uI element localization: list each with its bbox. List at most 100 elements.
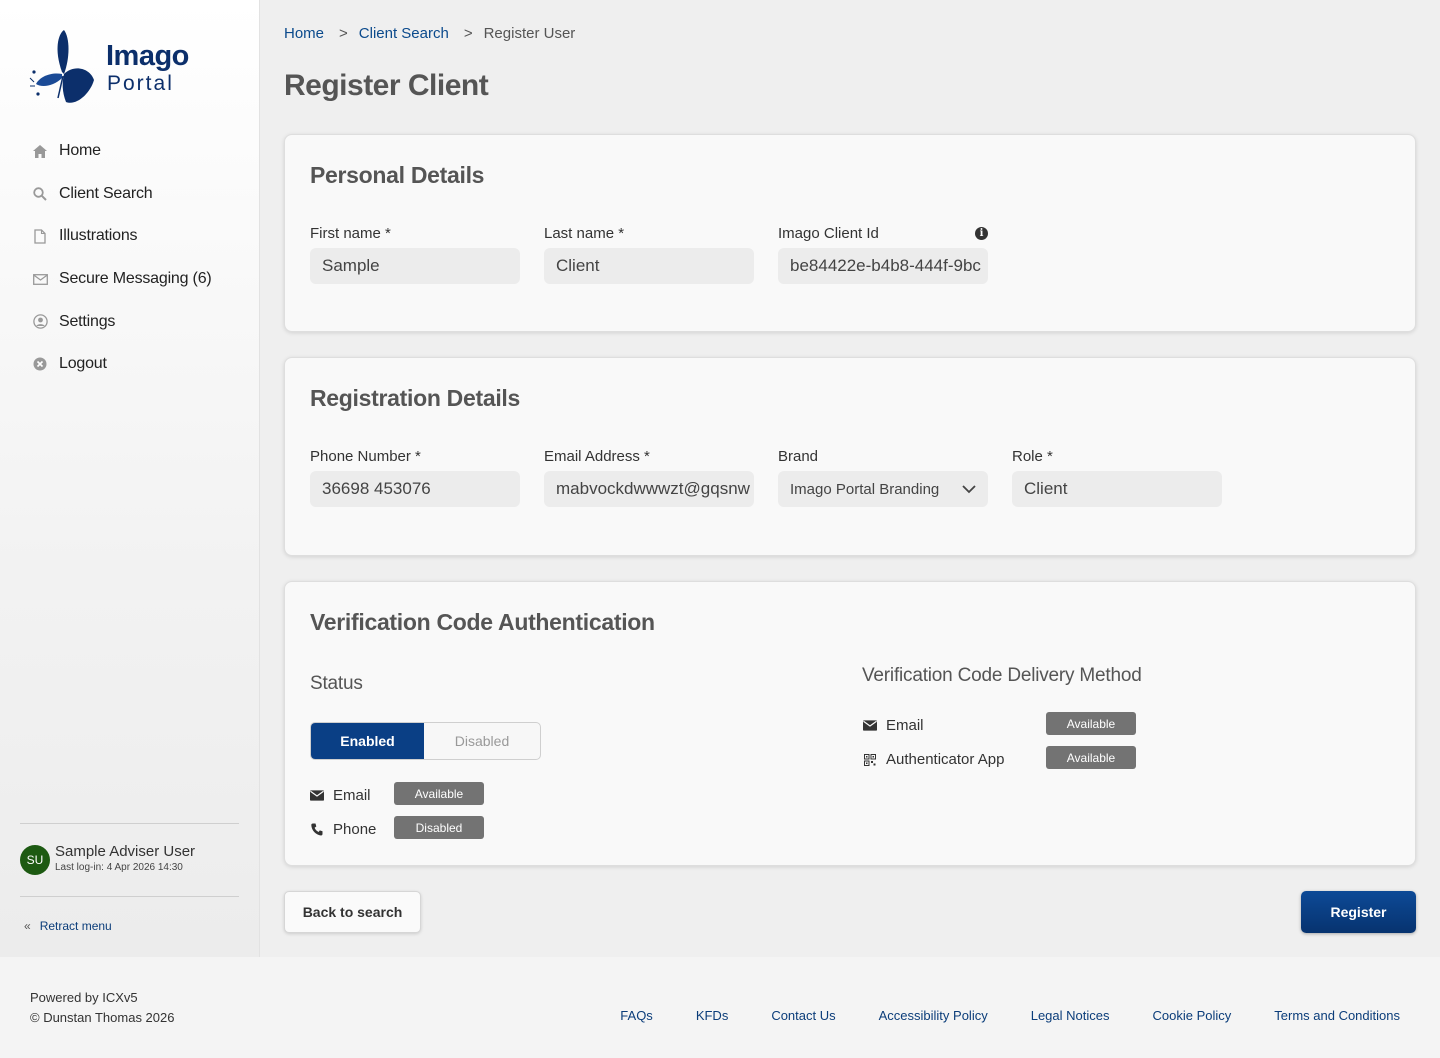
verification-title: Verification Code Authentication: [310, 609, 655, 635]
breadcrumb-home[interactable]: Home: [284, 25, 324, 42]
user-profile: SU Sample Adviser User Last log-in: 4 Ap…: [20, 823, 239, 897]
first-name-label: First name *: [310, 225, 391, 242]
footer-link-legal-notices[interactable]: Legal Notices: [1031, 1008, 1110, 1023]
phone-field: Phone Number * 36698 453076: [310, 448, 520, 507]
imago-portal-logo[interactable]: Imago Portal: [28, 28, 198, 108]
sidebar-item-logout[interactable]: Logout: [0, 343, 260, 386]
first-name-field: First name * Sample: [310, 225, 520, 284]
retract-menu-link[interactable]: « Retract menu: [24, 919, 112, 933]
sidebar-item-secure-messaging[interactable]: Secure Messaging (6): [0, 258, 260, 301]
last-login: Last log-in: 4 Apr 2026 14:30: [55, 862, 183, 873]
sidebar-item-client-search[interactable]: Client Search: [0, 173, 260, 216]
home-icon: [32, 143, 48, 159]
footer-link-cookie-policy[interactable]: Cookie Policy: [1153, 1008, 1232, 1023]
sidebar-item-label: Secure Messaging (6): [59, 270, 212, 288]
sidebar-item-label: Settings: [59, 312, 116, 330]
sidebar-item-illustrations[interactable]: Illustrations: [0, 215, 260, 258]
sidebar-item-label: Home: [59, 142, 101, 160]
sidebar-item-settings[interactable]: Settings: [0, 300, 260, 343]
status-method-phone: Phone: [310, 821, 376, 838]
footer-links: FAQs KFDs Contact Us Accessibility Polic…: [577, 1008, 1400, 1023]
client-id-field: Imago Client Id i be84422e-b4b8-444f-9bc: [778, 225, 988, 284]
last-name-label: Last name *: [544, 225, 625, 242]
logo-text-imago: Imago: [106, 40, 189, 72]
toggle-enabled[interactable]: Enabled: [311, 723, 424, 759]
info-icon[interactable]: i: [975, 227, 988, 240]
breadcrumb: Home > Client Search > Register User: [284, 25, 575, 42]
phone-input[interactable]: 36698 453076: [310, 471, 520, 507]
status-heading: Status: [310, 673, 363, 694]
toggle-disabled[interactable]: Disabled: [424, 723, 540, 759]
delivery-method-label: Email: [886, 717, 924, 734]
sidebar-item-home[interactable]: Home: [0, 130, 260, 173]
envelope-icon: [310, 789, 324, 803]
copyright: © Dunstan Thomas 2026: [30, 1010, 175, 1025]
delivery-heading: Verification Code Delivery Method: [862, 665, 1142, 686]
client-id-input[interactable]: be84422e-b4b8-444f-9bc: [778, 248, 988, 284]
back-to-search-button[interactable]: Back to search: [284, 891, 421, 933]
search-icon: [32, 186, 48, 202]
close-circle-icon: [32, 356, 48, 372]
footer-link-faqs[interactable]: FAQs: [620, 1008, 653, 1023]
client-id-label-row: Imago Client Id i: [778, 225, 988, 242]
breadcrumb-separator: >: [463, 25, 473, 42]
logo-text-portal: Portal: [107, 72, 174, 95]
brand-field: Brand Imago Portal Branding: [778, 448, 988, 507]
phone-label: Phone Number *: [310, 448, 421, 465]
footer: Powered by ICXv5 © Dunstan Thomas 2026 F…: [0, 957, 1440, 1058]
delivery-method-authenticator: Authenticator App: [863, 751, 1004, 768]
email-label: Email Address *: [544, 448, 650, 465]
footer-credits: Powered by ICXv5 © Dunstan Thomas 2026: [30, 988, 174, 1028]
breadcrumb-separator: >: [339, 25, 348, 42]
registration-details-card: Registration Details Phone Number * 3669…: [284, 357, 1416, 556]
delivery-method-email: Email: [863, 717, 924, 734]
page-title: Register Client: [284, 69, 489, 102]
breadcrumb-client-search[interactable]: Client Search: [359, 25, 449, 42]
registration-details-title: Registration Details: [310, 385, 520, 411]
register-button[interactable]: Register: [1301, 891, 1416, 933]
user-name: Sample Adviser User: [55, 843, 196, 860]
status-badge: Available: [394, 782, 484, 805]
sidebar-item-label: Logout: [59, 355, 107, 373]
verification-card: Verification Code Authentication Status …: [284, 581, 1416, 866]
phone-icon: [310, 823, 324, 837]
document-icon: [32, 228, 48, 244]
powered-by: Powered by ICXv5: [30, 990, 138, 1005]
footer-link-terms[interactable]: Terms and Conditions: [1274, 1008, 1400, 1023]
butterfly-logo-icon: [29, 30, 94, 103]
status-method-email: Email: [310, 787, 371, 804]
sidebar: Imago Portal Home Client Search Illustra…: [0, 0, 260, 957]
sidebar-item-label: Illustrations: [59, 227, 138, 245]
last-name-field: Last name * Client: [544, 225, 754, 284]
email-input[interactable]: mabvockdwwwzt@gqsnw: [544, 471, 754, 507]
delivery-badge: Available: [1046, 712, 1136, 735]
avatar[interactable]: SU: [20, 845, 50, 875]
status-badge: Disabled: [394, 816, 484, 839]
sidebar-item-label: Client Search: [59, 184, 153, 202]
first-name-input[interactable]: Sample: [310, 248, 520, 284]
delivery-method-label: Authenticator App: [886, 751, 1005, 768]
status-toggle[interactable]: Enabled Disabled: [310, 722, 541, 760]
brand-select[interactable]: Imago Portal Branding: [778, 471, 988, 507]
retract-menu-label: Retract menu: [39, 919, 112, 933]
footer-link-accessibility-policy[interactable]: Accessibility Policy: [879, 1008, 988, 1023]
status-method-label: Email: [333, 787, 371, 804]
client-id-label: Imago Client Id: [778, 225, 879, 242]
delivery-badge: Available: [1046, 746, 1136, 769]
role-label: Role *: [1012, 448, 1053, 465]
personal-details-card: Personal Details First name * Sample Las…: [284, 134, 1416, 332]
footer-link-kfds[interactable]: KFDs: [696, 1008, 729, 1023]
user-circle-icon: [32, 314, 48, 330]
last-name-input[interactable]: Client: [544, 248, 754, 284]
role-input[interactable]: Client: [1012, 471, 1222, 507]
breadcrumb-current: Register User: [483, 25, 576, 42]
qr-code-icon: [863, 753, 877, 767]
footer-link-contact-us[interactable]: Contact Us: [771, 1008, 835, 1023]
double-chevron-left-icon: «: [24, 919, 31, 933]
brand-label: Brand: [778, 448, 819, 465]
sidebar-nav: Home Client Search Illustrations Secure …: [0, 130, 260, 386]
personal-details-title: Personal Details: [310, 162, 485, 188]
envelope-icon: [32, 271, 48, 287]
role-field: Role * Client: [1012, 448, 1222, 507]
brand-select-value: Imago Portal Branding: [790, 480, 940, 498]
